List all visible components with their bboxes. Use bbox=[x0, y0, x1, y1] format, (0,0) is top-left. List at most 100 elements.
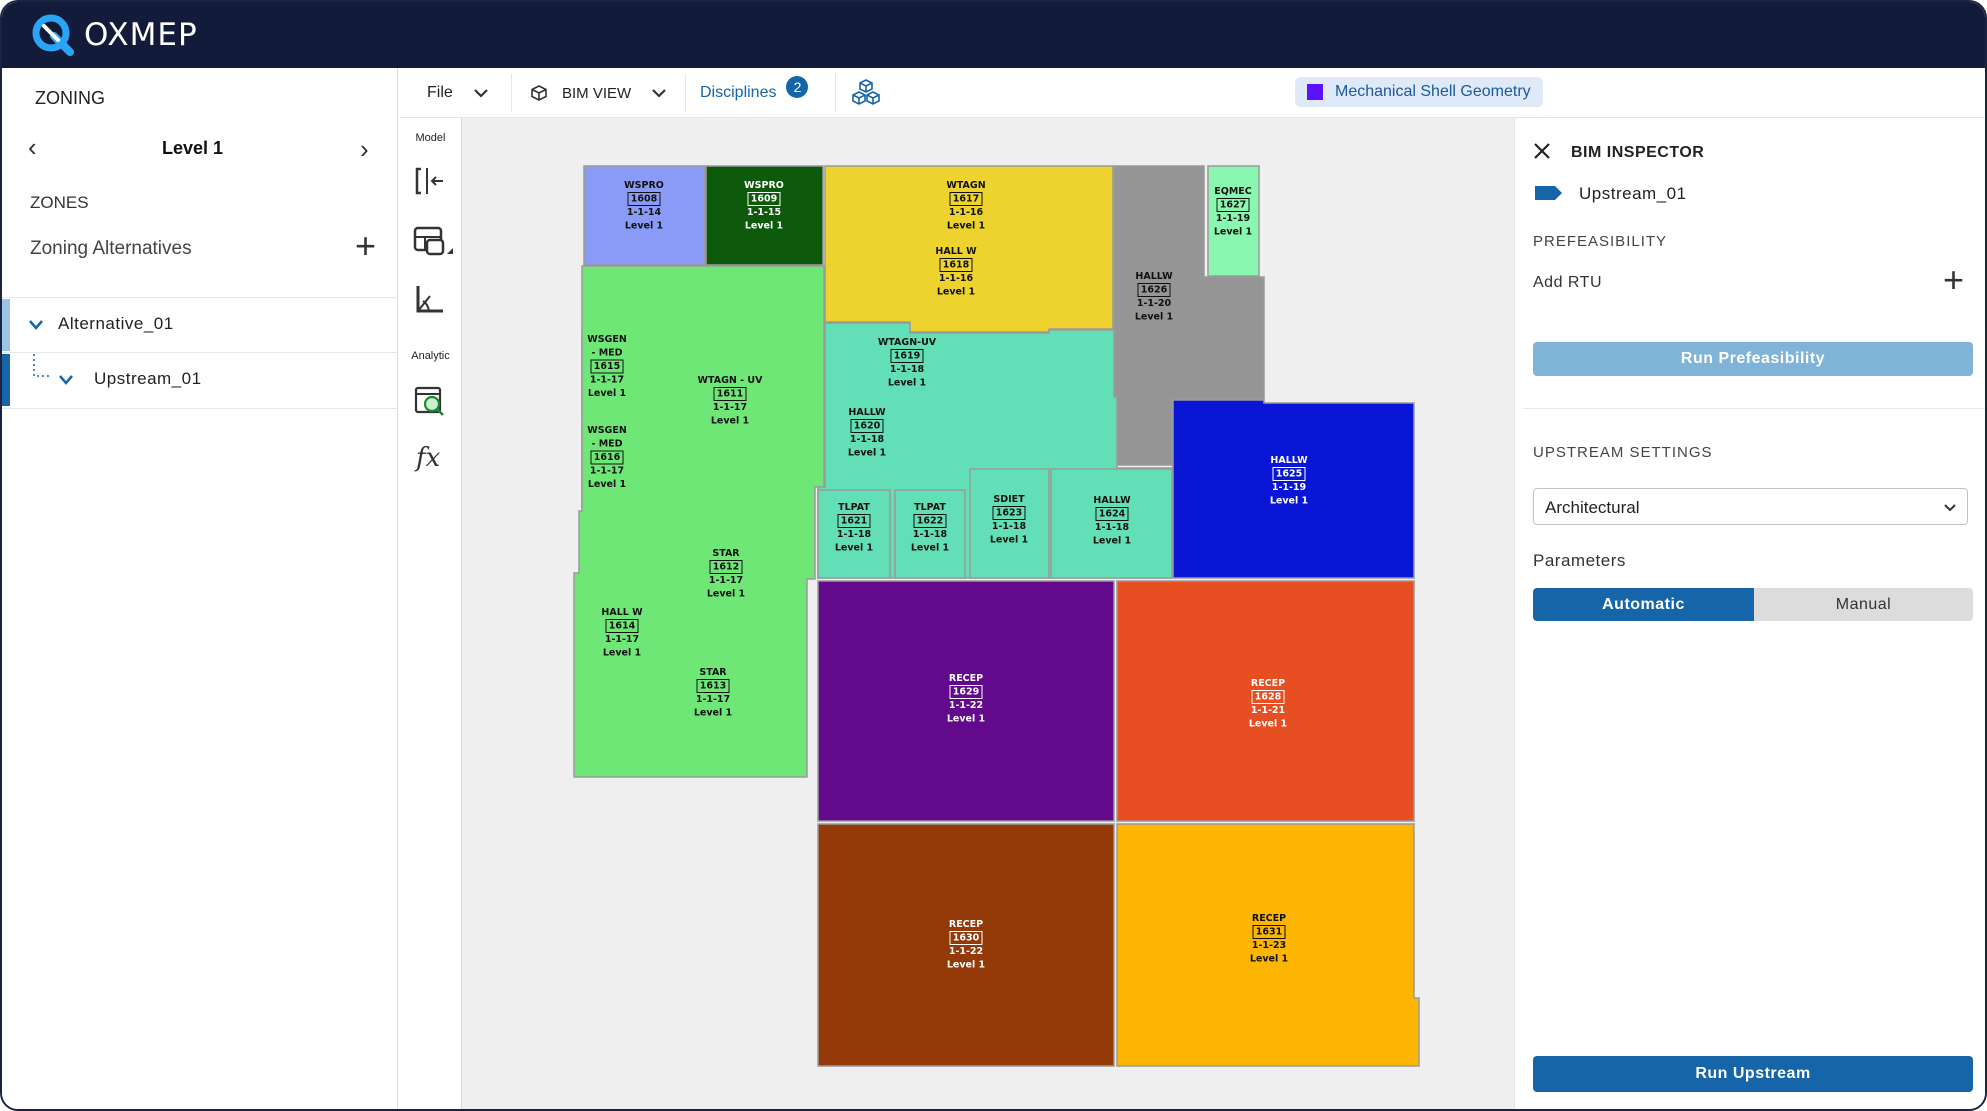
zone-level: Level 1 bbox=[745, 221, 783, 232]
zone-level: Level 1 bbox=[1214, 227, 1252, 238]
zoning-alternatives-label: Zoning Alternatives bbox=[30, 238, 192, 259]
chevron-down-icon bbox=[1944, 504, 1956, 512]
zone-number: 1620 bbox=[854, 421, 881, 432]
function-fx-icon[interactable]: fx bbox=[413, 440, 447, 474]
prefeasibility-heading: PREFEASIBILITY bbox=[1533, 233, 1668, 250]
geometry-color-swatch bbox=[1307, 84, 1323, 100]
zone-level: Level 1 bbox=[1249, 719, 1287, 730]
cube-icon bbox=[531, 85, 547, 101]
inspector-title: BIM INSPECTOR bbox=[1571, 144, 1705, 161]
zone-number: 1622 bbox=[917, 516, 943, 527]
zone-number: 1626 bbox=[1141, 285, 1168, 296]
zone-code: 1-1-16 bbox=[949, 207, 984, 218]
panel-title: ZONING bbox=[35, 88, 105, 108]
layout-grid-icon[interactable] bbox=[413, 224, 453, 258]
dropdown-value: Architectural bbox=[1545, 498, 1640, 517]
zone-level: Level 1 bbox=[625, 221, 663, 232]
manual-toggle[interactable]: Manual bbox=[1754, 588, 1973, 621]
chevron-down-icon bbox=[59, 375, 73, 385]
add-rtu-plus-icon[interactable]: + bbox=[1943, 262, 1964, 298]
zone-label-1628: RECEP 1628 1-1-21 Level 1 bbox=[1249, 678, 1287, 730]
analytic-section-label: Analytic bbox=[411, 350, 450, 362]
zone-name: TLPAT bbox=[838, 502, 870, 513]
zone-level: Level 1 bbox=[947, 960, 985, 971]
zone-code: 1-1-17 bbox=[590, 375, 624, 386]
selection-bar bbox=[2, 299, 10, 351]
zone-label-1620: HALLW 1620 1-1-18 Level 1 bbox=[848, 407, 886, 459]
chevron-right-icon[interactable]: › bbox=[360, 136, 369, 162]
close-icon[interactable] bbox=[1533, 142, 1551, 160]
zone-number: 1614 bbox=[609, 621, 636, 632]
file-menu[interactable]: File bbox=[427, 68, 489, 118]
upstream-settings-heading: UPSTREAM SETTINGS bbox=[1533, 444, 1713, 461]
toolbar-separator bbox=[511, 74, 512, 112]
zone-number: 1627 bbox=[1220, 200, 1246, 211]
add-alternative-plus-icon[interactable]: + bbox=[355, 228, 376, 264]
toolbar-separator bbox=[835, 74, 836, 112]
zone-level: Level 1 bbox=[848, 448, 886, 459]
zone-level: Level 1 bbox=[835, 543, 873, 554]
zone-name: STAR bbox=[712, 548, 740, 559]
measure-angle-icon[interactable] bbox=[413, 282, 447, 316]
zone-label-1613: STAR 1613 1-1-17 Level 1 bbox=[694, 667, 732, 719]
zone-code: 1-1-18 bbox=[992, 521, 1027, 532]
zone-number: 1631 bbox=[1256, 927, 1282, 938]
zone-name: HALLW bbox=[1135, 271, 1173, 282]
geometry-filter-label: Mechanical Shell Geometry bbox=[1335, 83, 1531, 100]
zone-name: WTAGN bbox=[946, 180, 985, 191]
zone-code: 1-1-17 bbox=[713, 402, 747, 413]
zone-name: WTAGN-UV bbox=[878, 337, 937, 348]
floor-plan[interactable]: WSPRO 1608 1-1-14 Level 1 WSPRO 1609 1-1-15 Lev… bbox=[462, 118, 1514, 1111]
geometry-filter-chip[interactable]: Mechanical Shell Geometry bbox=[1295, 77, 1543, 107]
zone-code: 1-1-18 bbox=[913, 529, 948, 540]
bim-view-menu[interactable]: BIM VIEW bbox=[530, 68, 667, 118]
disciplines-menu[interactable]: Disciplines 2 bbox=[700, 68, 809, 118]
zone-code: 1-1-22 bbox=[949, 946, 983, 957]
zone-name: TLPAT bbox=[914, 502, 946, 513]
model-section-label: Model bbox=[415, 132, 446, 144]
zone-label-1622: TLPAT 1622 1-1-18 Level 1 bbox=[911, 502, 949, 554]
bim-inspector-panel: BIM INSPECTOR Upstream_01 PREFEASIBILITY… bbox=[1514, 118, 1985, 1109]
zone-number: 1617 bbox=[953, 194, 979, 205]
zone-code: 1-1-16 bbox=[939, 273, 974, 284]
stacked-cubes-icon[interactable] bbox=[850, 68, 882, 118]
tool-strip: Model Analytic fx bbox=[399, 68, 462, 1109]
tree-item-upstream[interactable]: Upstream_01 bbox=[2, 354, 398, 406]
oxmep-logo-icon bbox=[30, 12, 76, 58]
zone-name: HALL W bbox=[601, 607, 643, 618]
chevron-left-icon[interactable]: ‹ bbox=[28, 134, 37, 160]
collapse-panel-icon[interactable] bbox=[413, 164, 447, 198]
divider bbox=[1523, 408, 1985, 409]
zone-label-1618: HALL W 1618 1-1-16 Level 1 bbox=[935, 246, 977, 298]
table-search-icon[interactable] bbox=[413, 384, 447, 418]
zone-label-1624: HALLW 1624 1-1-18 Level 1 bbox=[1093, 495, 1131, 547]
automatic-toggle[interactable]: Automatic bbox=[1533, 588, 1754, 621]
tag-icon bbox=[1535, 186, 1562, 200]
zone-code: 1-1-17 bbox=[709, 575, 743, 586]
run-prefeasibility-button[interactable]: Run Prefeasibility bbox=[1533, 342, 1973, 376]
zone-name: HALLW bbox=[848, 407, 886, 418]
upstream-source-dropdown[interactable]: Architectural bbox=[1533, 488, 1968, 525]
tree-item-alternative[interactable]: Alternative_01 bbox=[2, 299, 398, 351]
zone-label-1612: STAR 1612 1-1-17 Level 1 bbox=[707, 548, 745, 600]
zone-code: 1-1-20 bbox=[1137, 298, 1172, 309]
zone-number: 1615 bbox=[594, 361, 620, 372]
zone-label-1621: TLPAT 1621 1-1-18 Level 1 bbox=[835, 502, 873, 554]
bim-canvas[interactable]: WSPRO 1608 1-1-14 Level 1 WSPRO 1609 1-1-15 Lev… bbox=[462, 118, 1514, 1111]
file-menu-label: File bbox=[427, 84, 453, 101]
zone-name2: - MED bbox=[591, 439, 622, 450]
svg-text:fx: fx bbox=[414, 443, 441, 473]
level-label: Level 1 bbox=[162, 138, 224, 158]
zone-number: 1613 bbox=[700, 681, 726, 692]
divider bbox=[2, 297, 398, 298]
zone-level: Level 1 bbox=[588, 388, 626, 399]
zone-number: 1608 bbox=[631, 194, 658, 205]
bim-view-label: BIM VIEW bbox=[562, 84, 632, 102]
app-window: OXMEP ZONING ‹ Level 1 › ZONES Zoning Al… bbox=[0, 0, 1987, 1111]
tree-item-label: Upstream_01 bbox=[94, 369, 202, 388]
zone-code: 1-1-14 bbox=[627, 207, 662, 218]
zone-name: RECEP bbox=[1252, 913, 1286, 924]
zone-name: RECEP bbox=[1251, 678, 1285, 689]
run-upstream-button[interactable]: Run Upstream bbox=[1533, 1056, 1973, 1092]
zone-level: Level 1 bbox=[588, 479, 626, 490]
